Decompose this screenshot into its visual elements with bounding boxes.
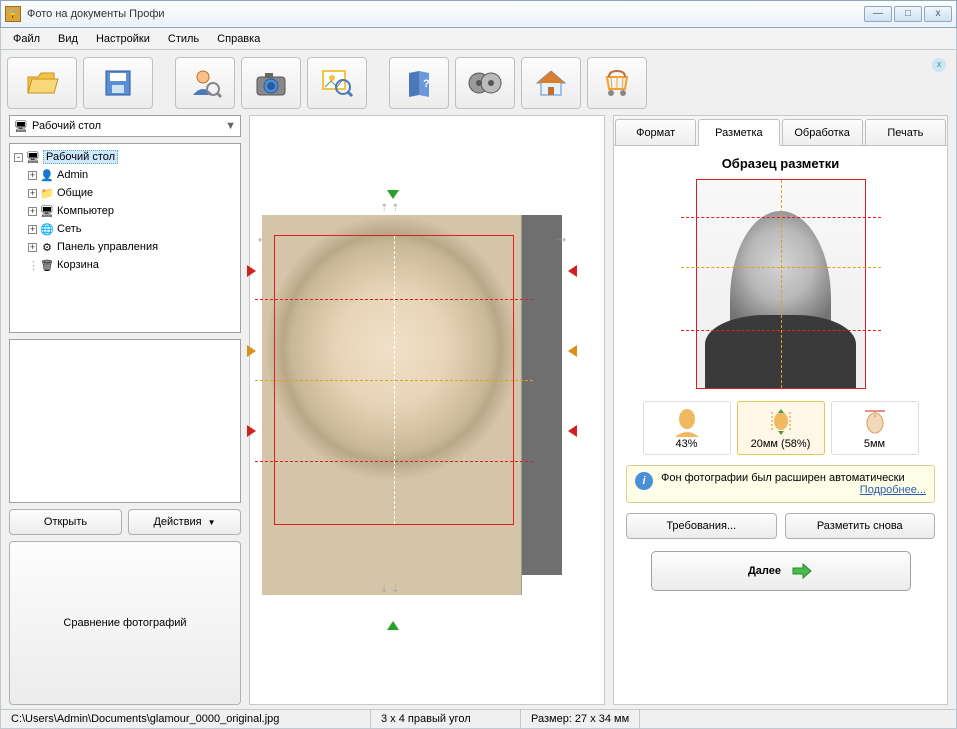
- arrow-right-icon: [791, 562, 813, 580]
- resize-handle-icon[interactable]: ⇡ ⇡: [380, 203, 400, 214]
- status-path: C:\Users\Admin\Documents\glamour_0000_or…: [1, 710, 371, 728]
- next-button[interactable]: Далее: [651, 551, 911, 591]
- sample-top-guide: [681, 217, 881, 218]
- eye-guide: [255, 380, 533, 381]
- status-format: 3 x 4 правый угол: [371, 710, 521, 728]
- right-chin-marker-icon[interactable]: [568, 425, 577, 437]
- left-top-marker-icon[interactable]: [247, 265, 256, 277]
- toolbar-search-image-button[interactable]: [307, 57, 367, 109]
- close-button[interactable]: x: [924, 6, 952, 22]
- folder-icon: 📁: [40, 186, 54, 200]
- sample-eye-guide: [681, 267, 881, 268]
- tree-node-computer[interactable]: +🖥Компьютер: [14, 202, 236, 220]
- status-bar: C:\Users\Admin\Documents\glamour_0000_or…: [0, 710, 957, 729]
- tab-print[interactable]: Печать: [865, 119, 946, 145]
- resize-handle-icon[interactable]: ⇠: [258, 235, 266, 246]
- tree-node-network[interactable]: +🌐Сеть: [14, 220, 236, 238]
- toolbar-user-button[interactable]: [175, 57, 235, 109]
- actions-button[interactable]: Действия▼: [128, 509, 241, 535]
- crop-frame[interactable]: [274, 235, 514, 525]
- menu-settings[interactable]: Настройки: [88, 31, 158, 47]
- menu-file[interactable]: Файл: [5, 31, 48, 47]
- maximize-button[interactable]: □: [894, 6, 922, 22]
- expand-icon[interactable]: +: [28, 171, 37, 180]
- window-title: Фото на документы Профи: [27, 8, 864, 20]
- menu-help[interactable]: Справка: [209, 31, 268, 47]
- collapse-icon[interactable]: -: [14, 153, 23, 162]
- tree-node-desktop[interactable]: -🖥Рабочий стол: [14, 148, 236, 166]
- chevron-down-icon: ▼: [225, 120, 236, 132]
- expand-icon[interactable]: +: [28, 189, 37, 198]
- expand-icon[interactable]: +: [28, 225, 37, 234]
- desktop-icon: 🖥: [14, 120, 28, 133]
- chevron-down-icon: ▼: [208, 518, 216, 527]
- metrics-row: 43% 20мм (58%) 5мм: [643, 401, 919, 455]
- sample-title: Образец разметки: [722, 156, 840, 171]
- left-chin-marker-icon[interactable]: [247, 425, 256, 437]
- expand-icon[interactable]: +: [28, 207, 37, 216]
- expand-icon[interactable]: +: [28, 243, 37, 252]
- requirements-button[interactable]: Требования...: [626, 513, 777, 539]
- notice-link[interactable]: Подробнее...: [661, 484, 926, 496]
- settings-icon: ⚙: [40, 240, 54, 254]
- metric-face-width[interactable]: 43%: [643, 401, 731, 455]
- compare-button[interactable]: Сравнение фотографий: [9, 541, 241, 705]
- tab-format[interactable]: Формат: [615, 119, 696, 145]
- minimize-button[interactable]: —: [864, 6, 892, 22]
- folder-combo[interactable]: 🖥 Рабочий стол ▼: [9, 115, 241, 137]
- tree-node-admin[interactable]: +👤Admin: [14, 166, 236, 184]
- open-button[interactable]: Открыть: [9, 509, 122, 535]
- left-eye-marker-icon[interactable]: [247, 345, 256, 357]
- tree-node-public[interactable]: +📁Общие: [14, 184, 236, 202]
- sample-image: [696, 179, 866, 389]
- chin-guide: [255, 461, 533, 462]
- info-notice: i Фон фотографии был расширен автоматиче…: [626, 465, 935, 503]
- resize-handle-icon[interactable]: ⇢: [558, 235, 566, 246]
- title-bar: 🔒 Фото на документы Профи — □ x: [0, 0, 957, 28]
- toolbar-camera-button[interactable]: [241, 57, 301, 109]
- tree-node-trash[interactable]: ⋮🗑Корзина: [14, 256, 236, 274]
- status-size: Размер: 27 x 34 мм: [521, 710, 640, 728]
- resize-handle-icon[interactable]: ⇣ ⇣: [380, 584, 400, 595]
- svg-text:?: ?: [423, 78, 430, 90]
- notice-text: Фон фотографии был расширен автоматическ…: [661, 472, 905, 484]
- menu-style[interactable]: Стиль: [160, 31, 207, 47]
- toolbar-video-button[interactable]: [455, 57, 515, 109]
- metric-top-margin[interactable]: 5мм: [831, 401, 919, 455]
- right-top-marker-icon[interactable]: [568, 265, 577, 277]
- toolbar-help-button[interactable]: ?: [389, 57, 449, 109]
- metric-face-height[interactable]: 20мм (58%): [737, 401, 825, 455]
- top-marker-icon[interactable]: [387, 190, 399, 199]
- tree-node-controlpanel[interactable]: +⚙Панель управления: [14, 238, 236, 256]
- remark-button[interactable]: Разметить снова: [785, 513, 936, 539]
- toolbar-home-button[interactable]: [521, 57, 581, 109]
- desktop-icon: 🖥: [26, 150, 40, 164]
- photo-editor[interactable]: ⇡ ⇡ ⇣ ⇣ ⇠ ⇢: [249, 115, 605, 705]
- user-folder-icon: 👤: [40, 168, 54, 182]
- top-guide: [255, 299, 533, 300]
- photo-image[interactable]: [262, 215, 522, 595]
- toolbar-cart-button[interactable]: [587, 57, 647, 109]
- info-icon: i: [635, 472, 653, 490]
- folder-combo-label: Рабочий стол: [32, 120, 101, 132]
- bottom-marker-icon[interactable]: [387, 621, 399, 630]
- trash-icon: 🗑: [40, 258, 54, 272]
- menu-view[interactable]: Вид: [50, 31, 86, 47]
- tab-markup[interactable]: Разметка: [698, 119, 779, 146]
- toolbar-open-button[interactable]: [7, 57, 77, 109]
- menu-bar: Файл Вид Настройки Стиль Справка: [0, 28, 957, 50]
- thumbnail-preview: [9, 339, 241, 503]
- computer-icon: 🖥: [40, 204, 54, 218]
- network-icon: 🌐: [40, 222, 54, 236]
- toolbar-close-icon[interactable]: x: [932, 58, 946, 72]
- toolbar-save-button[interactable]: [83, 57, 153, 109]
- tab-processing[interactable]: Обработка: [782, 119, 863, 145]
- right-eye-marker-icon[interactable]: [568, 345, 577, 357]
- app-icon: 🔒: [5, 6, 21, 22]
- tab-bar: Формат Разметка Обработка Печать: [614, 116, 947, 146]
- toolbar: ? x: [1, 50, 956, 115]
- folder-tree[interactable]: -🖥Рабочий стол +👤Admin +📁Общие +🖥Компьют…: [9, 143, 241, 333]
- sample-chin-guide: [681, 330, 881, 331]
